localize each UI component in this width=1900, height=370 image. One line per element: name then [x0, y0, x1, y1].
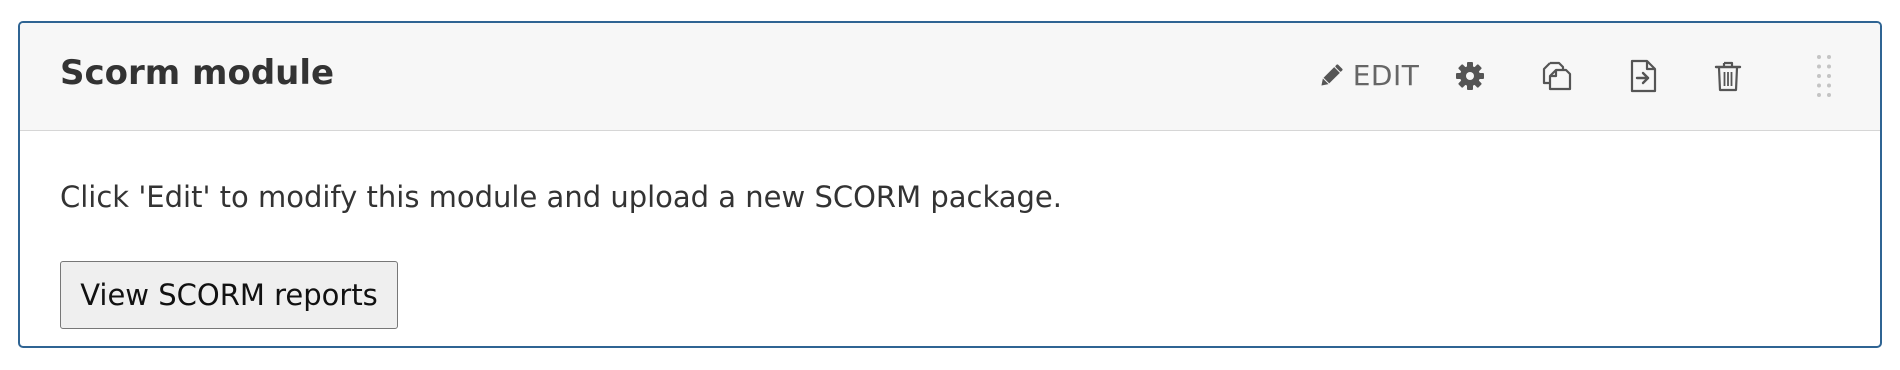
edit-label: EDIT	[1352, 59, 1420, 92]
instructions-text: Click 'Edit' to modify this module and u…	[60, 180, 1062, 214]
trash-icon	[1714, 60, 1742, 92]
view-scorm-reports-button[interactable]: View SCORM reports	[60, 261, 398, 329]
page: Scorm module EDIT Click 'Edit' to modify…	[0, 0, 1900, 370]
delete-button[interactable]	[1708, 56, 1748, 96]
edit-button[interactable]: EDIT	[1312, 56, 1424, 96]
module-title: Scorm module	[60, 53, 335, 93]
export-icon	[1628, 59, 1660, 93]
pencil-icon	[1317, 62, 1345, 90]
scorm-module-card: Scorm module EDIT Click 'Edit' to modify…	[18, 21, 1882, 348]
module-header: Scorm module EDIT	[20, 23, 1880, 131]
module-body: Click 'Edit' to modify this module and u…	[20, 131, 1880, 346]
duplicate-button[interactable]	[1536, 56, 1576, 96]
drag-handle-icon	[1814, 53, 1834, 99]
drag-handle[interactable]	[1814, 53, 1834, 99]
settings-button[interactable]	[1450, 56, 1490, 96]
export-button[interactable]	[1624, 56, 1664, 96]
duplicate-icon	[1539, 59, 1573, 93]
gear-icon	[1455, 61, 1485, 91]
